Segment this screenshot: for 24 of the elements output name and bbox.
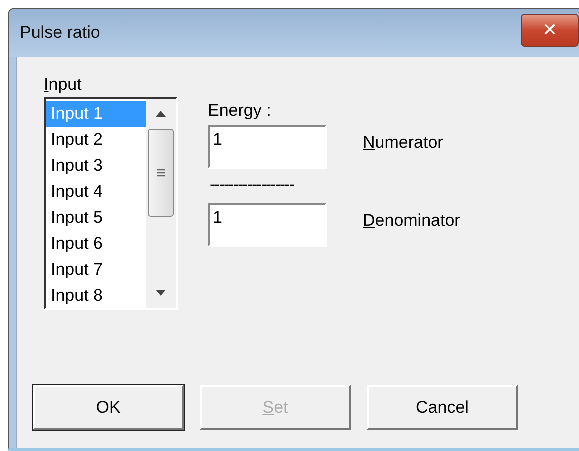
denominator-field[interactable]: 1 <box>208 203 327 247</box>
fraction-line: ------------------ <box>210 175 296 195</box>
grip-icon <box>157 169 165 177</box>
scroll-thumb[interactable] <box>148 129 174 217</box>
scroll-up-icon[interactable] <box>156 111 166 117</box>
energy-label: Energy : <box>208 101 272 121</box>
close-button[interactable]: ✕ <box>521 14 579 46</box>
list-item[interactable]: Input 8 <box>46 283 146 308</box>
list-item[interactable]: Input 4 <box>46 179 146 205</box>
numerator-label: Numerator <box>363 133 444 153</box>
dialog-button[interactable]: OK <box>33 385 184 430</box>
scrollbar[interactable] <box>146 99 176 308</box>
window-title: Pulse ratio <box>20 23 100 43</box>
list-item[interactable]: Input 6 <box>46 231 146 257</box>
list-label: Input <box>44 75 83 95</box>
list-item[interactable]: Input 5 <box>46 205 146 231</box>
denominator-label: Denominator <box>363 211 460 231</box>
dialog-button[interactable]: Cancel <box>367 385 518 430</box>
list-item[interactable]: Input 2 <box>46 127 146 153</box>
input-listbox[interactable]: Input 1 Input 2 Input 3 Input 4 Input 5 Input 6 Input 7 Input 8 <box>44 97 178 310</box>
list-item[interactable]: Input 3 <box>46 153 146 179</box>
list-item[interactable]: Input 7 <box>46 257 146 283</box>
numerator-field[interactable]: 1 <box>208 125 327 169</box>
scroll-down-icon[interactable] <box>156 290 166 296</box>
